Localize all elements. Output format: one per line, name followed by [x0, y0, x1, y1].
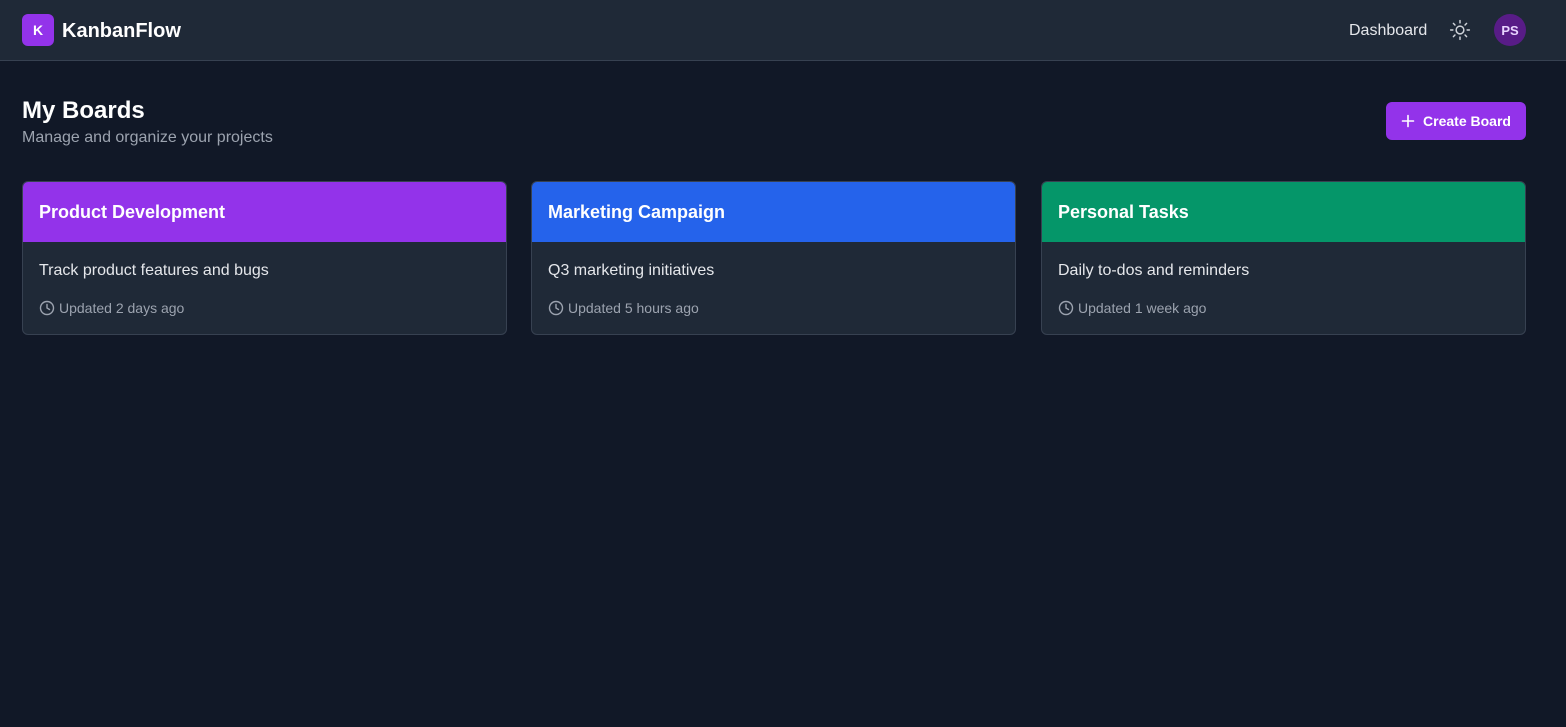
board-card-header: Personal Tasks [1042, 182, 1525, 242]
board-description: Q3 marketing initiatives [548, 262, 715, 279]
page-title: My Boards [22, 97, 145, 124]
board-updated-text: Updated 2 days ago [59, 300, 185, 316]
board-card-header: Marketing Campaign [532, 182, 1015, 242]
plus-icon [1401, 114, 1415, 128]
clock-icon [39, 300, 55, 316]
app-name[interactable]: KanbanFlow [62, 19, 181, 43]
board-title: Marketing Campaign [548, 201, 726, 222]
app-logo-letter: K [32, 22, 44, 38]
board-title: Product Development [39, 201, 226, 222]
board-updated-meta: Updated 1 week ago [1058, 300, 1206, 316]
board-updated-text: Updated 1 week ago [1078, 300, 1207, 316]
board-updated-meta: Updated 5 hours ago [548, 300, 699, 316]
clock-icon [548, 300, 564, 316]
board-card-marketing-campaign[interactable]: Marketing Campaign Q3 marketing initiati… [531, 181, 1016, 335]
board-updated-text: Updated 5 hours ago [568, 300, 699, 316]
board-card-product-development[interactable]: Product Development Track product featur… [22, 181, 507, 335]
create-board-label: Create Board [1423, 113, 1511, 129]
create-board-button[interactable]: Create Board [1386, 102, 1526, 140]
theme-toggle-button[interactable] [1448, 18, 1472, 42]
board-updated-meta: Updated 2 days ago [39, 300, 184, 316]
board-title: Personal Tasks [1058, 201, 1189, 222]
page-subtitle: Manage and organize your projects [22, 129, 273, 146]
avatar-initials: PS [1501, 22, 1519, 38]
top-navbar: K KanbanFlow Dashboard PS [0, 0, 1566, 61]
board-card-personal-tasks[interactable]: Personal Tasks Daily to-dos and reminder… [1041, 181, 1526, 335]
board-description: Daily to-dos and reminders [1058, 262, 1250, 279]
clock-icon [1058, 300, 1074, 316]
board-card-header: Product Development [23, 182, 506, 242]
board-description: Track product features and bugs [39, 262, 269, 279]
user-avatar[interactable]: PS [1494, 14, 1526, 46]
sun-icon [1449, 19, 1471, 41]
nav-dashboard-link[interactable]: Dashboard [1349, 21, 1427, 41]
app-logo[interactable]: K [22, 14, 54, 46]
